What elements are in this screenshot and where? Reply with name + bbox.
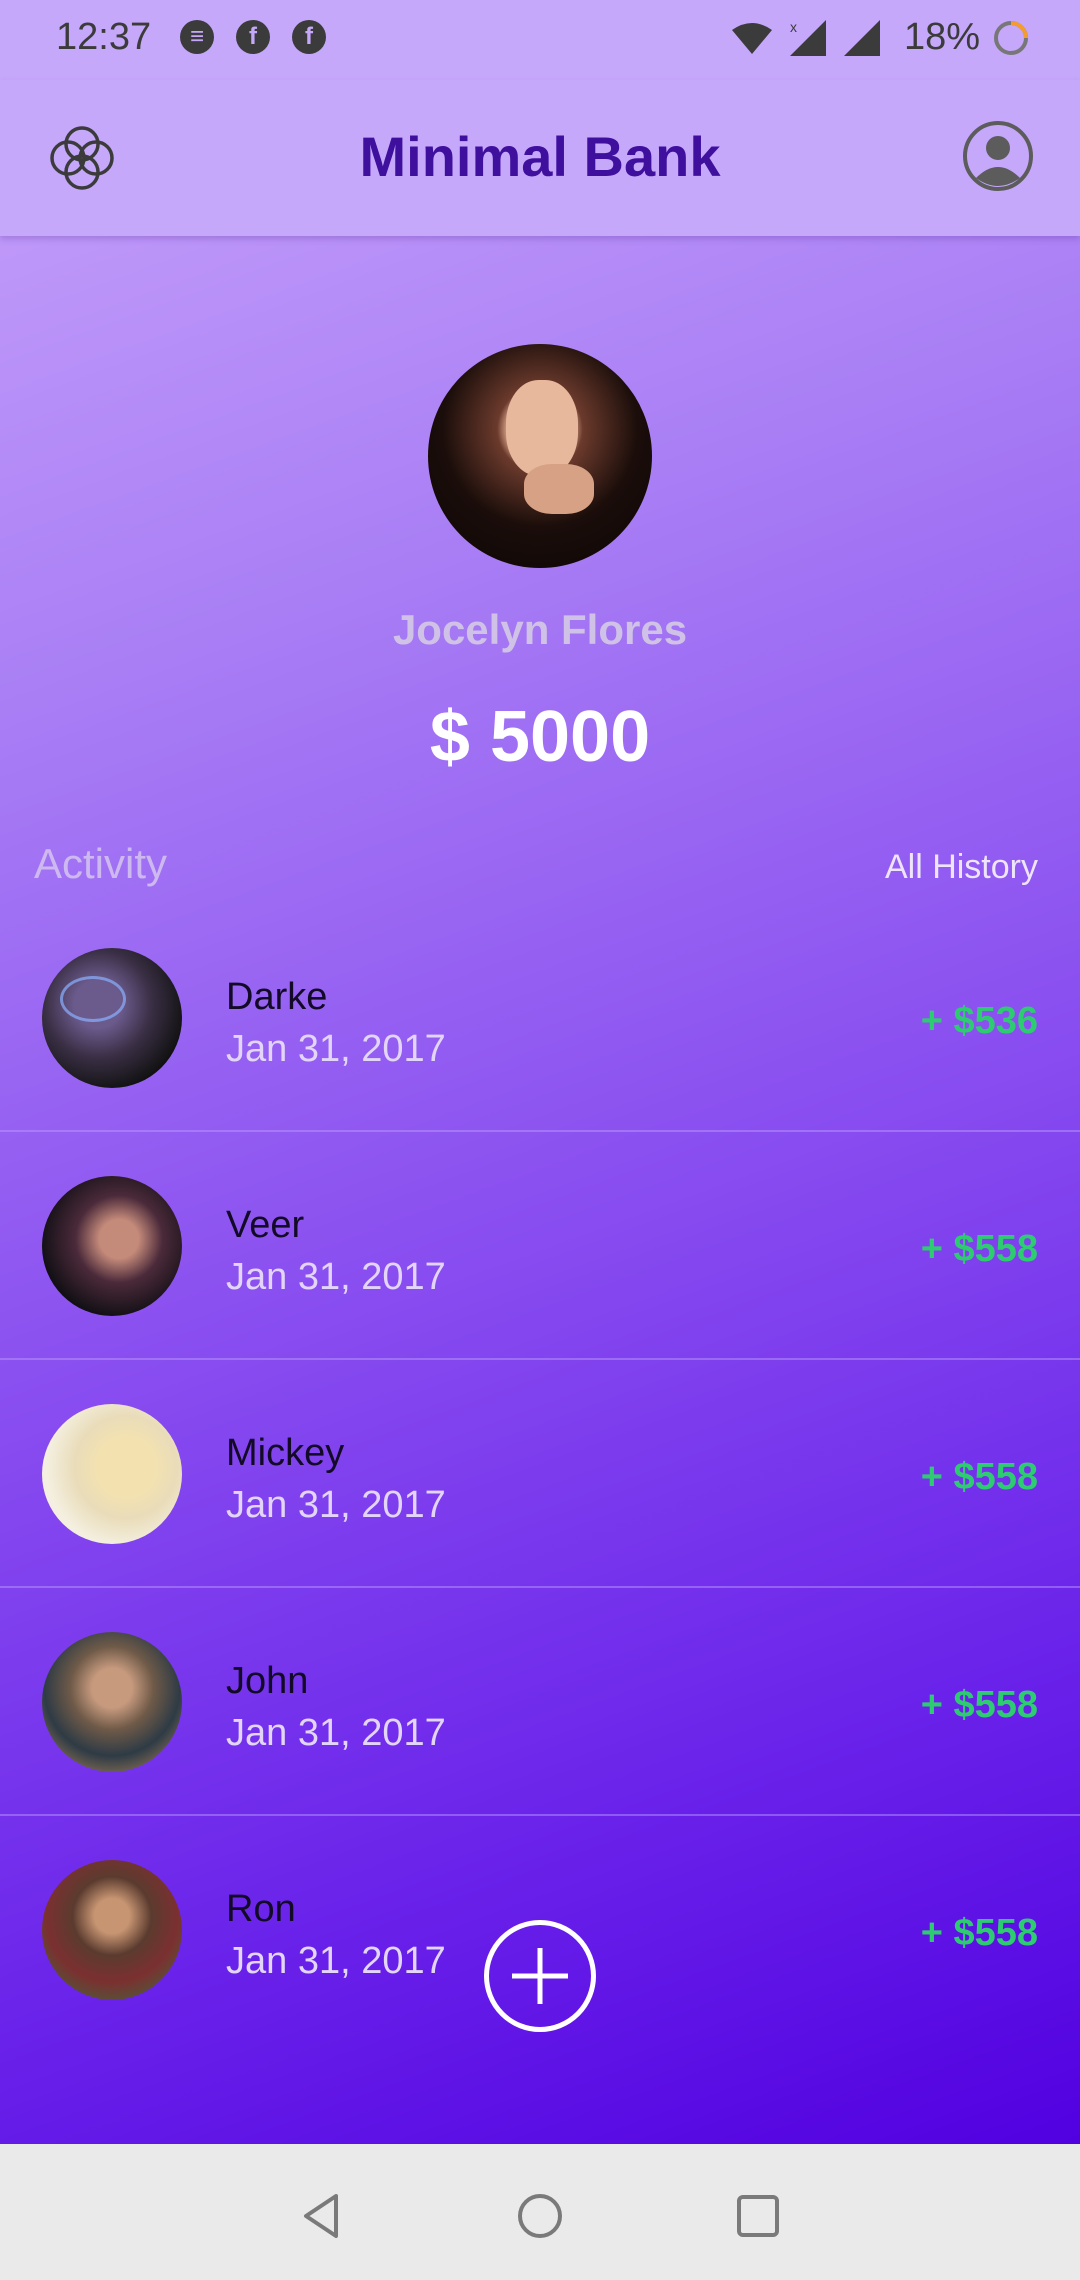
activity-name: Darke [226,976,328,1018]
avatar [42,1404,182,1544]
activity-name: Ron [226,1888,296,1930]
svg-text:x: x [790,19,797,35]
activity-list: Darke Jan 31, 2017 + $536 Veer Jan 31, 2… [0,904,1080,2042]
navigation-bar [0,2144,1080,2280]
activity-date: Jan 31, 2017 [226,1484,446,1526]
signal-icon-2 [843,19,880,56]
activity-name: Mickey [226,1432,345,1474]
facebook-icon: f [236,20,270,54]
home-icon[interactable] [512,2188,568,2244]
activity-name: John [226,1660,309,1702]
app-screen: 12:37 ≡ f f x 18% Minimal Bank Jocelyn F… [0,0,1080,2144]
activity-date: Jan 31, 2017 [226,1940,446,1982]
signal-icon: x [789,19,826,56]
all-history-link[interactable]: All History [885,848,1038,887]
activity-item[interactable]: Veer Jan 31, 2017 + $558 [0,1132,1080,1360]
activity-date: Jan 31, 2017 [226,1028,446,1070]
activity-item[interactable]: Mickey Jan 31, 2017 + $558 [0,1360,1080,1588]
app-title: Minimal Bank [359,125,721,188]
activity-date: Jan 31, 2017 [226,1256,446,1298]
activity-date: Jan 31, 2017 [226,1712,446,1754]
activity-item[interactable]: John Jan 31, 2017 + $558 [0,1588,1080,1816]
status-time: 12:37 [56,16,152,58]
battery-percent: 18% [903,16,980,58]
message-icon: ≡ [180,20,214,54]
activity-item[interactable]: Darke Jan 31, 2017 + $536 [0,904,1080,1132]
avatar [42,1860,182,2000]
notification-icons: ≡ f f [180,20,326,54]
battery-icon [994,20,1028,55]
wifi-icon [731,22,772,54]
add-button[interactable] [484,1920,596,2032]
avatar [42,948,182,1088]
activity-amount: + $536 [920,1000,1038,1042]
activity-amount: + $558 [920,1912,1038,1954]
facebook-icon: f [292,20,326,54]
account-balance: $ 5000 [429,697,651,777]
activity-amount: + $558 [920,1456,1038,1498]
profile-name: Jocelyn Flores [392,606,688,653]
system-icons: x 18% [730,16,1028,59]
activity-amount: + $558 [920,1684,1038,1726]
status-bar: 12:37 ≡ f f x 18% [0,0,1080,80]
app-bar: Minimal Bank [0,80,1080,236]
avatar [42,1632,182,1772]
account-circle-icon[interactable] [962,120,1034,192]
back-icon[interactable] [294,2188,350,2244]
activity-amount: + $558 [920,1228,1038,1270]
recents-icon[interactable] [730,2188,786,2244]
profile-avatar [428,344,652,568]
activity-title: Activity [34,840,168,887]
avatar [42,1176,182,1316]
activity-name: Veer [226,1204,305,1246]
